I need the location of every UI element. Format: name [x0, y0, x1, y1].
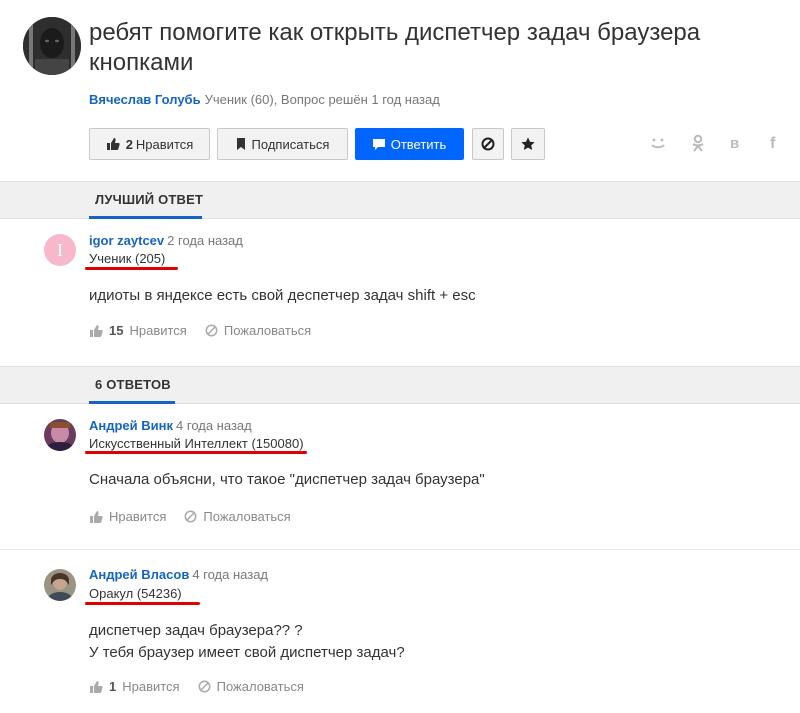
- answer-avatar[interactable]: [44, 569, 76, 601]
- answer-actions: Нравится Пожаловаться: [89, 509, 291, 524]
- question-author-avatar[interactable]: [23, 17, 81, 75]
- subscribe-button[interactable]: Подписаться: [217, 128, 348, 160]
- answer-report-label[interactable]: Пожаловаться: [203, 509, 290, 524]
- answer-author[interactable]: Андрей Винк: [89, 418, 173, 433]
- section-tab-underline: [89, 401, 175, 404]
- comment-icon: [372, 138, 385, 150]
- answer-text-line: У тебя браузер имеет свой диспетчер зада…: [89, 644, 405, 661]
- svg-text:в: в: [730, 135, 739, 152]
- best-answer-section-header: ЛУЧШИЙ ОТВЕТ: [0, 181, 800, 219]
- bookmark-icon: [236, 138, 246, 150]
- answers-section-label: 6 ОТВЕТОВ: [95, 377, 171, 392]
- best-answer-report-label[interactable]: Пожаловаться: [224, 323, 311, 338]
- answer-actions: 1 Нравится Пожаловаться: [89, 679, 304, 694]
- ok-icon[interactable]: [690, 134, 706, 152]
- question-author-link[interactable]: Вячеслав Голубь: [89, 92, 201, 107]
- subscribe-label: Подписаться: [251, 136, 330, 152]
- red-underline-mark: [85, 602, 200, 605]
- answer-text-line: диспетчер задач браузера?? ?: [89, 622, 303, 639]
- answers-section-header: 6 ОТВЕТОВ: [0, 366, 800, 404]
- best-answer-text: идиоты в яндексе есть свой деспетчер зад…: [89, 287, 476, 304]
- favorite-button[interactable]: [511, 128, 545, 160]
- answer-time: 4 года назад: [176, 418, 252, 433]
- red-underline-mark: [85, 451, 307, 454]
- answer-like-count: 1: [109, 679, 117, 694]
- answer-like-label[interactable]: Нравится: [109, 509, 166, 524]
- thumbs-up-icon: [106, 137, 120, 151]
- report-icon[interactable]: [198, 680, 211, 693]
- like-count: 2: [125, 136, 133, 152]
- answer-rank: Оракул (54236): [89, 586, 182, 601]
- red-underline-mark: [85, 267, 178, 270]
- question-meta: Вячеслав Голубь Ученик (60), Вопрос решён…: [89, 92, 440, 107]
- question-meta-text: Ученик (60), Вопрос решён 1 год назад: [204, 92, 440, 107]
- answer-label: Ответить: [390, 136, 447, 152]
- best-answer-like-label[interactable]: Нравится: [129, 323, 186, 338]
- best-answer-author-line: igor zaytcev 2 года назад: [89, 233, 243, 248]
- best-answer-like-count: 15: [109, 323, 124, 338]
- facebook-icon[interactable]: f: [769, 134, 781, 152]
- answer-report-label[interactable]: Пожаловаться: [217, 679, 304, 694]
- best-answer-author[interactable]: igor zaytcev: [89, 233, 164, 248]
- report-icon[interactable]: [184, 510, 197, 523]
- best-answer-avatar[interactable]: I: [44, 234, 76, 266]
- answer-time: 4 года назад: [192, 567, 269, 582]
- best-answer-time: 2 года назад: [167, 233, 243, 248]
- thumbs-up-icon[interactable]: [89, 324, 103, 338]
- thumbs-up-icon[interactable]: [89, 510, 103, 524]
- question-title: ребят помогите как открыть диспетчер зад…: [89, 19, 701, 76]
- star-icon: [521, 137, 535, 151]
- like-label: Нравится: [135, 136, 194, 152]
- report-icon[interactable]: [205, 324, 218, 337]
- answer-author[interactable]: Андрей Власов: [89, 567, 189, 582]
- like-button[interactable]: 2 Нравится: [89, 128, 210, 160]
- best-answer-actions: 15 Нравится Пожаловаться: [89, 323, 311, 338]
- best-answer-rank: Ученик (205): [89, 251, 166, 266]
- block-icon: [481, 137, 495, 151]
- answer-author-line: Андрей Винк 4 года назад: [89, 418, 252, 433]
- smile-icon[interactable]: [649, 134, 667, 152]
- avatar-letter: I: [57, 239, 63, 260]
- svg-text:f: f: [770, 135, 776, 152]
- answer-avatar[interactable]: [44, 419, 76, 451]
- vk-icon[interactable]: в: [729, 134, 745, 152]
- block-button[interactable]: [472, 128, 504, 160]
- answer-rank: Искусственный Интеллект (150080): [89, 436, 304, 451]
- thumbs-up-icon[interactable]: [89, 680, 103, 694]
- answer-like-label[interactable]: Нравится: [122, 679, 179, 694]
- answer-button[interactable]: Ответить: [355, 128, 464, 160]
- answer-text: Сначала объясни, что такое "диспетчер за…: [89, 471, 485, 488]
- answer-divider: [0, 549, 800, 550]
- answer-author-line: Андрей Власов 4 года назад: [89, 567, 268, 582]
- best-answer-section-label: ЛУЧШИЙ ОТВЕТ: [95, 192, 204, 207]
- answer-text: диспетчер задач браузера?? ? У тебя брау…: [89, 620, 405, 664]
- section-tab-underline: [89, 216, 202, 219]
